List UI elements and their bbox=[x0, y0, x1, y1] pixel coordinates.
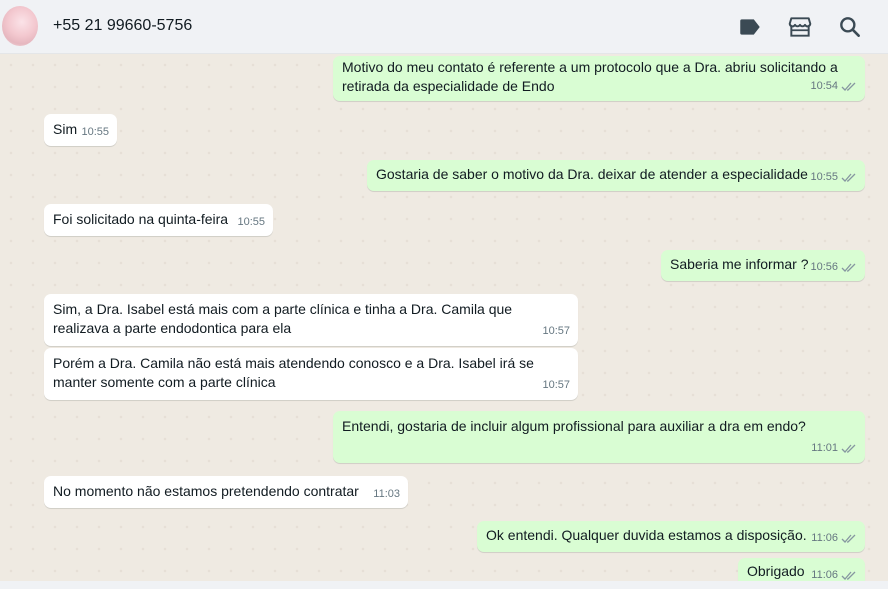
message-incoming[interactable]: Sim 10:55 bbox=[44, 114, 117, 146]
message-incoming[interactable]: Porém a Dra. Camila não está mais atende… bbox=[44, 348, 578, 400]
message-meta: 11:01 bbox=[811, 439, 857, 458]
message-text: Sim bbox=[53, 121, 78, 137]
message-time: 11:01 bbox=[811, 442, 838, 454]
message-time: 11:06 bbox=[811, 532, 838, 544]
message-outgoing[interactable]: Motivo do meu contato é referente a um p… bbox=[333, 56, 865, 101]
message-meta: 10:57 bbox=[542, 376, 570, 395]
message-list[interactable]: Motivo do meu contato é referente a um p… bbox=[0, 54, 888, 581]
message-text: Ok entendi. Qualquer duvida estamos a di… bbox=[486, 527, 807, 543]
message-incoming[interactable]: Sim, a Dra. Isabel está mais com a parte… bbox=[44, 294, 578, 346]
message-text: Gostaria de saber o motivo da Dra. deixa… bbox=[376, 166, 808, 182]
message-outgoing[interactable]: Entendi, gostaria de incluir algum profi… bbox=[333, 411, 865, 463]
message-time: 10:54 bbox=[810, 80, 838, 92]
message-outgoing[interactable]: Obrigado 11:06 bbox=[738, 558, 865, 581]
message-text: Saberia me informar ? bbox=[670, 256, 809, 272]
message-time: 10:55 bbox=[810, 171, 838, 183]
chat-header: +55 21 99660-5756 bbox=[0, 0, 888, 54]
message-time: 10:55 bbox=[237, 216, 265, 228]
double-check-icon bbox=[841, 444, 856, 453]
message-time: 11:03 bbox=[373, 488, 400, 500]
double-check-icon bbox=[841, 173, 856, 182]
message-text: Porém a Dra. Camila não está mais atende… bbox=[53, 355, 534, 390]
message-outgoing[interactable]: Ok entendi. Qualquer duvida estamos a di… bbox=[477, 521, 865, 552]
message-meta: 10:55 bbox=[237, 213, 265, 232]
store-icon[interactable] bbox=[787, 14, 813, 40]
message-text: Entendi, gostaria de incluir algum profi… bbox=[342, 418, 806, 434]
message-meta: 10:55 bbox=[810, 168, 857, 187]
message-time: 10:56 bbox=[810, 261, 838, 273]
contact-name[interactable]: +55 21 99660-5756 bbox=[53, 17, 192, 35]
message-text: Obrigado bbox=[747, 563, 805, 579]
message-text: Motivo do meu contato é referente a um p… bbox=[342, 59, 838, 94]
message-meta: 10:57 bbox=[542, 322, 570, 341]
double-check-icon bbox=[841, 263, 856, 272]
message-text: Foi solicitado na quinta-feira bbox=[53, 211, 229, 227]
message-incoming[interactable]: Foi solicitado na quinta-feira 10:55 bbox=[44, 204, 273, 236]
message-outgoing[interactable]: Gostaria de saber o motivo da Dra. deixa… bbox=[367, 160, 865, 191]
message-text: Sim, a Dra. Isabel está mais com a parte… bbox=[53, 301, 513, 336]
contact-avatar[interactable] bbox=[2, 6, 38, 46]
message-time: 11:06 bbox=[811, 569, 838, 581]
label-icon[interactable] bbox=[737, 14, 763, 40]
message-meta: 10:54 bbox=[810, 77, 857, 96]
search-icon[interactable] bbox=[837, 14, 863, 40]
message-incoming[interactable]: No momento não estamos pretendendo contr… bbox=[44, 476, 408, 508]
message-meta: 10:55 bbox=[81, 123, 109, 142]
double-check-icon bbox=[841, 82, 856, 91]
message-meta: 11:06 bbox=[811, 529, 857, 548]
message-meta: 11:03 bbox=[373, 485, 400, 504]
double-check-icon bbox=[841, 571, 856, 580]
double-check-icon bbox=[841, 534, 856, 543]
message-time: 10:57 bbox=[542, 325, 570, 337]
message-time: 10:55 bbox=[81, 126, 109, 138]
message-text: No momento não estamos pretendendo contr… bbox=[53, 483, 359, 499]
message-outgoing[interactable]: Saberia me informar ? 10:56 bbox=[661, 250, 865, 281]
composer-bar bbox=[0, 581, 888, 589]
message-meta: 10:56 bbox=[810, 258, 857, 277]
message-meta: 11:06 bbox=[811, 566, 857, 581]
message-time: 10:57 bbox=[542, 379, 570, 391]
